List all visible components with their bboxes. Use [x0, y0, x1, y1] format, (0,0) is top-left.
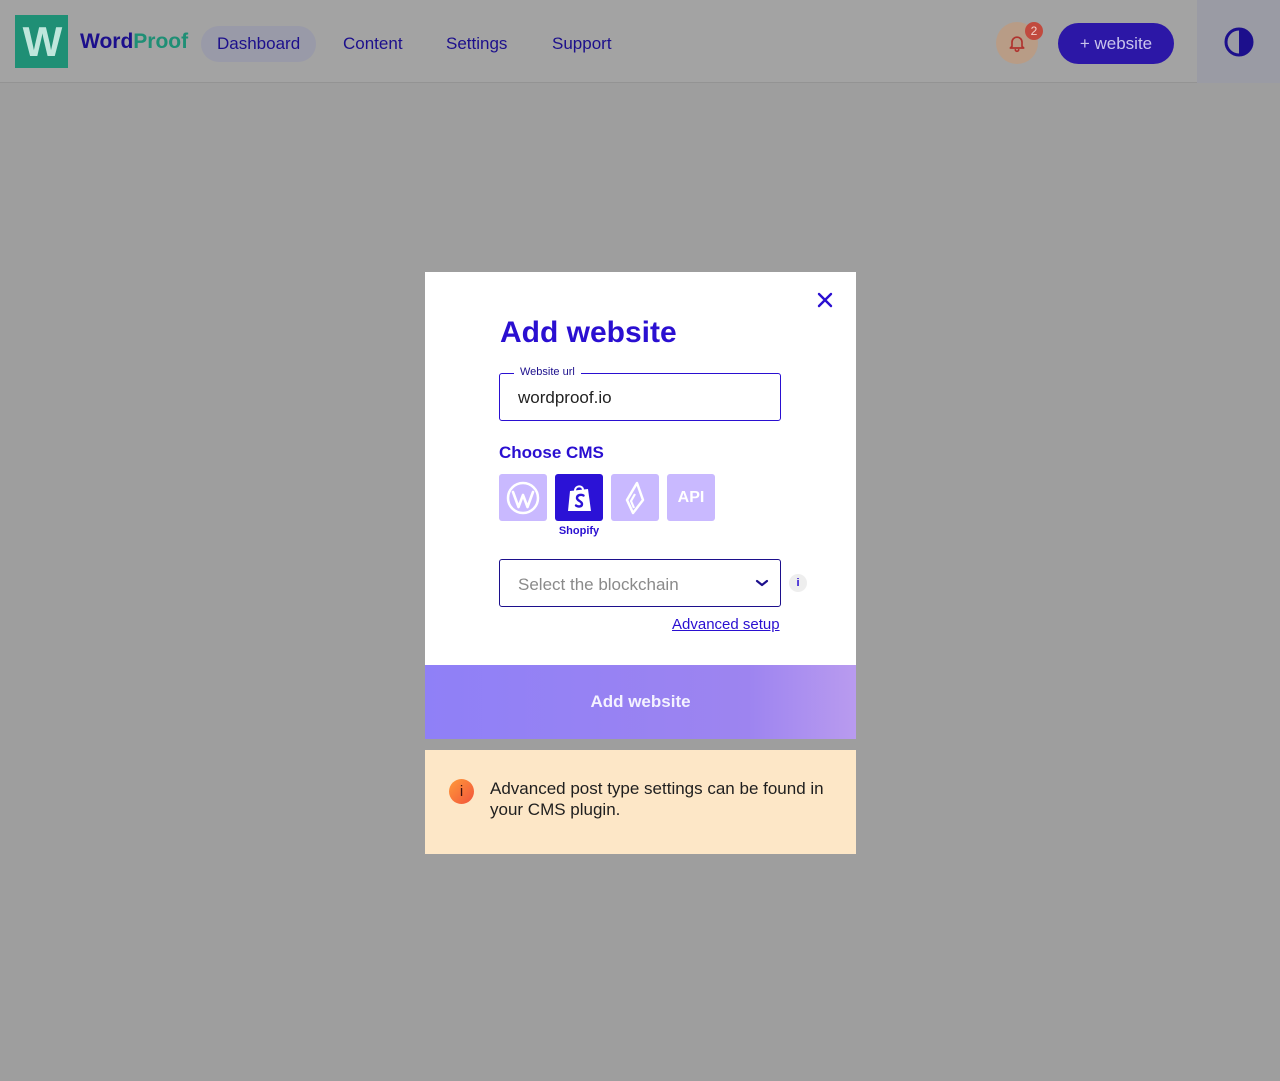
blockchain-select-placeholder: Select the blockchain: [518, 575, 679, 594]
theme-toggle-area: [1197, 0, 1280, 83]
blockchain-info-icon[interactable]: i: [789, 574, 807, 592]
cms-option-wordpress[interactable]: [499, 474, 547, 521]
brand-part-word: Word: [80, 30, 134, 53]
add-website-modal: Add website Website url wordproof.io Cho…: [425, 272, 856, 739]
website-url-label: Website url: [514, 366, 581, 378]
chevron-down-icon: [755, 579, 769, 587]
lightspeed-icon: [625, 481, 645, 514]
info-icon: i: [449, 779, 474, 804]
top-navigation-bar: W WordProof Dashboard Content Settings S…: [0, 0, 1280, 83]
choose-cms-label: Choose CMS: [499, 443, 604, 462]
nav-content[interactable]: Content: [343, 26, 403, 62]
brand-name[interactable]: WordProof: [80, 30, 188, 54]
blockchain-select[interactable]: Select the blockchain: [499, 559, 781, 607]
nav-dashboard[interactable]: Dashboard: [201, 26, 317, 62]
close-modal-button[interactable]: [815, 290, 835, 310]
cms-option-shopify[interactable]: [555, 474, 603, 521]
cms-option-lightspeed[interactable]: [611, 474, 659, 521]
selected-cms-caption: Shopify: [558, 525, 600, 537]
info-notice: i Advanced post type settings can be fou…: [425, 750, 856, 854]
nav-settings[interactable]: Settings: [446, 26, 507, 62]
wordproof-logo[interactable]: W: [15, 15, 68, 68]
logo-letter: W: [22, 17, 63, 65]
add-website-submit-button[interactable]: Add website: [425, 665, 856, 739]
cms-option-api[interactable]: API: [667, 474, 715, 521]
notification-count-badge: 2: [1025, 22, 1043, 40]
advanced-setup-link[interactable]: Advanced setup: [672, 616, 780, 633]
nav-support[interactable]: Support: [552, 26, 612, 62]
close-icon: [817, 292, 833, 308]
website-url-input[interactable]: wordproof.io: [518, 388, 612, 408]
bell-icon: [1009, 36, 1025, 53]
shopify-icon: [568, 484, 591, 511]
add-website-header-button[interactable]: + website: [1058, 23, 1174, 64]
brand-part-proof: Proof: [133, 30, 189, 53]
website-url-field[interactable]: Website url wordproof.io: [499, 366, 781, 421]
modal-title: Add website: [500, 316, 677, 349]
wordpress-icon: [506, 481, 540, 514]
notice-text: Advanced post type settings can be found…: [490, 779, 824, 819]
contrast-toggle-icon[interactable]: [1223, 26, 1255, 58]
